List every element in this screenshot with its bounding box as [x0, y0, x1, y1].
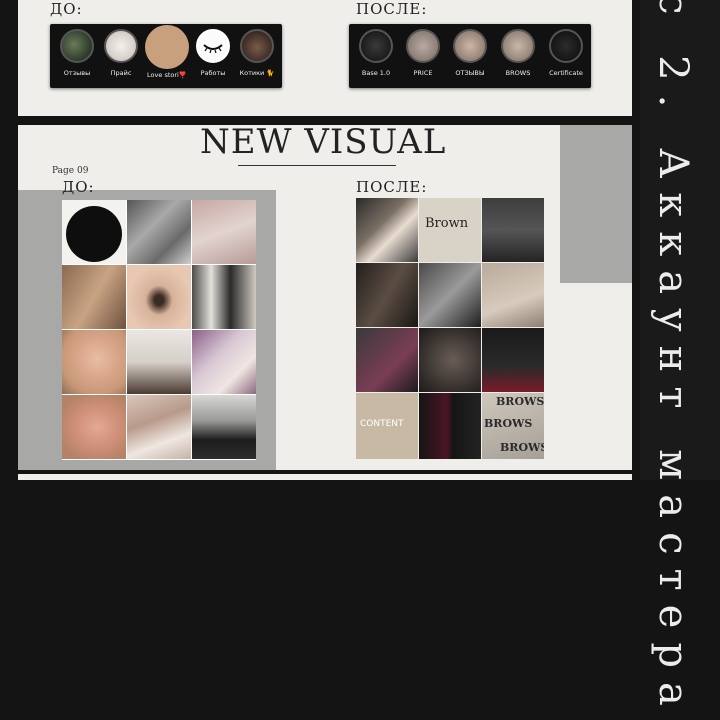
highlight-reviews[interactable]: Отзывы	[56, 29, 98, 77]
page-title: NEW VISUAL	[200, 122, 447, 162]
main-before-label: ДО:	[62, 178, 95, 196]
feed-tile[interactable]	[192, 395, 256, 459]
after-highlights-bar: Base 1.0 PRICE ОТЗЫВЫ BROWS Certificate	[349, 24, 591, 88]
page-number: Page 09	[52, 166, 89, 176]
feed-tile[interactable]	[127, 395, 191, 459]
feed-tile[interactable]	[192, 330, 256, 394]
highlight-label: Love stori❣️	[147, 71, 187, 79]
highlight-label: Certificate	[549, 69, 583, 77]
highlight-cover	[406, 29, 440, 63]
side-panel: с 2. Аккаунт мастера	[640, 0, 720, 720]
main-after-label: ПОСЛЕ:	[356, 178, 428, 196]
gray-block-right	[560, 125, 632, 283]
feed-tile[interactable]	[419, 393, 481, 459]
highlight-cover	[240, 29, 274, 63]
title-underline	[238, 165, 396, 166]
highlight-cover	[60, 29, 94, 63]
highlight-works[interactable]: Работы	[192, 29, 234, 77]
eye-icon	[196, 29, 230, 63]
highlight-label: Отзывы	[63, 69, 91, 77]
highlight-cats[interactable]: Котики 🐈	[236, 29, 278, 77]
feed-tile[interactable]	[482, 328, 544, 392]
feed-tile[interactable]	[192, 200, 256, 264]
highlight-certificate[interactable]: Certificate	[545, 29, 587, 77]
feed-tile-brows[interactable]: BROWS BROWS BROWS	[482, 393, 544, 459]
feed-tile[interactable]	[62, 265, 126, 329]
tile-content-text: CONTENT	[360, 419, 404, 429]
feed-tile[interactable]	[482, 263, 544, 327]
feed-tile[interactable]	[419, 263, 481, 327]
feed-tile[interactable]	[62, 330, 126, 394]
feed-tile[interactable]	[419, 328, 481, 392]
feed-tile[interactable]	[127, 200, 191, 264]
tile-brows-text: BROWS	[500, 441, 544, 454]
highlight-label: Прайс	[110, 69, 132, 77]
highlight-cover	[104, 29, 138, 63]
highlight-cover	[501, 29, 535, 63]
highlight-brows[interactable]: BROWS	[497, 29, 539, 77]
highlight-cover	[145, 25, 189, 69]
highlight-label: BROWS	[505, 69, 531, 77]
after-feed-grid: Brown CONTENT BROWS BROWS BROWS	[356, 198, 544, 460]
highlight-label: Работы	[200, 69, 226, 77]
highlight-label: Base 1.0	[361, 69, 391, 77]
tile-brows-text: BROWS	[496, 395, 544, 408]
next-panel-edge	[18, 474, 632, 480]
tile-brows-text: BROWS	[484, 417, 533, 430]
feed-tile[interactable]	[62, 200, 126, 264]
feed-tile-content[interactable]: CONTENT	[356, 393, 418, 459]
feed-tile[interactable]	[62, 395, 126, 459]
before-highlights-bar: Отзывы Прайс Love stori❣️ Работы Котики …	[50, 24, 282, 88]
highlight-cover	[549, 29, 583, 63]
before-feed-grid	[62, 200, 256, 460]
highlight-label: ОТЗЫВЫ	[455, 69, 485, 77]
highlight-label: Котики 🐈	[239, 69, 275, 77]
highlight-cover	[453, 29, 487, 63]
feed-tile[interactable]	[356, 198, 418, 262]
feed-tile[interactable]	[127, 265, 191, 329]
highlight-base[interactable]: Base 1.0	[355, 29, 397, 77]
highlight-price[interactable]: Прайс	[100, 29, 142, 77]
highlight-reviews[interactable]: ОТЗЫВЫ	[449, 29, 491, 77]
top-before-label: ДО:	[50, 0, 83, 18]
side-vertical-title: с 2. Аккаунт мастера	[650, 0, 696, 720]
feed-tile[interactable]	[356, 263, 418, 327]
tile-brown-text: Brown	[425, 216, 469, 231]
top-after-label: ПОСЛЕ:	[356, 0, 428, 18]
feed-tile[interactable]	[192, 265, 256, 329]
feed-tile[interactable]	[356, 328, 418, 392]
highlight-love-story[interactable]: Love stori❣️	[144, 25, 190, 79]
highlight-label: PRICE	[413, 69, 433, 77]
feed-tile[interactable]	[127, 330, 191, 394]
feed-tile-brown[interactable]: Brown	[419, 198, 481, 262]
highlight-cover	[359, 29, 393, 63]
feed-tile[interactable]	[482, 198, 544, 262]
highlight-price[interactable]: PRICE	[402, 29, 444, 77]
